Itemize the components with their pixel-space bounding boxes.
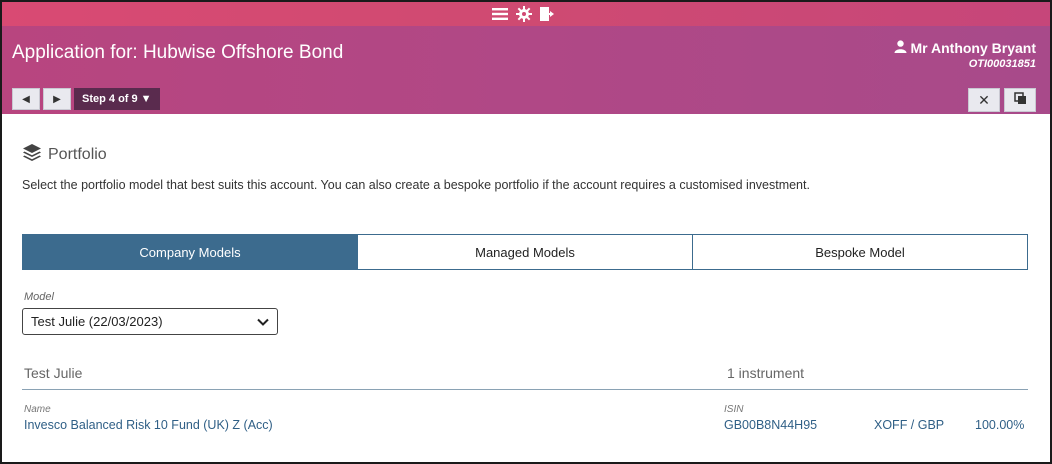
triangle-right-icon: ▶ <box>53 93 61 105</box>
model-selected-value: Test Julie (22/03/2023) <box>31 314 163 329</box>
save-exit-icon <box>1013 92 1027 108</box>
app-header: Application for: Hubwise Offshore Bond M… <box>2 26 1050 114</box>
holding-weight: 100.00% <box>975 418 1025 432</box>
holding-name: Invesco Balanced Risk 10 Fund (UK) Z (Ac… <box>24 418 273 432</box>
step-navigation: ◀ ▶ Step 4 of 9 ▼ <box>12 88 160 110</box>
user-name: Mr Anthony Bryant <box>910 40 1036 56</box>
save-exit-button[interactable] <box>1004 88 1036 112</box>
tab-managed-models[interactable]: Managed Models <box>357 235 692 269</box>
name-column-label: Name <box>24 404 51 415</box>
tab-bespoke-model[interactable]: Bespoke Model <box>692 235 1027 269</box>
section-heading: Portfolio <box>22 142 107 167</box>
isin-column-label: ISIN <box>724 404 744 415</box>
page-title: Application for: Hubwise Offshore Bond <box>12 42 344 63</box>
layers-icon <box>22 142 42 167</box>
section-intro: Select the portfolio model that best sui… <box>22 178 810 192</box>
menu-icon[interactable] <box>491 5 509 23</box>
close-button[interactable]: ✕ <box>968 88 1000 112</box>
model-label: Model <box>24 291 54 303</box>
close-icon: ✕ <box>978 91 990 108</box>
triangle-left-icon: ◀ <box>22 93 30 105</box>
instrument-count: 1 instrument <box>727 365 805 381</box>
tab-company-models[interactable]: Company Models <box>23 235 357 269</box>
user-info: Mr Anthony Bryant OTI00031851 <box>894 40 1036 70</box>
step-dropdown[interactable]: Step 4 of 9 ▼ <box>74 88 160 110</box>
prev-step-button[interactable]: ◀ <box>12 88 40 110</box>
gear-icon[interactable] <box>515 5 533 23</box>
app-window: Application for: Hubwise Offshore Bond M… <box>0 0 1052 464</box>
holding-market: XOFF / GBP <box>874 418 945 432</box>
header-actions: ✕ <box>968 88 1036 112</box>
holding-isin: GB00B8N44H95 <box>724 418 818 432</box>
portfolio-summary: Test Julie 1 instrument <box>22 362 1028 390</box>
user-id: OTI00031851 <box>968 58 1036 70</box>
top-toolbar <box>2 2 1050 26</box>
model-select[interactable]: Test Julie (22/03/2023) <box>22 308 278 335</box>
logout-icon[interactable] <box>539 5 557 23</box>
portfolio-name: Test Julie <box>24 365 83 381</box>
next-step-button[interactable]: ▶ <box>43 88 71 110</box>
user-icon <box>894 40 907 56</box>
step-label: Step 4 of 9 <box>82 93 138 105</box>
chevron-down-icon <box>257 314 269 329</box>
section-title: Portfolio <box>48 145 107 163</box>
triangle-down-icon: ▼ <box>140 93 152 105</box>
model-tabs: Company Models Managed Models Bespoke Mo… <box>22 234 1028 270</box>
